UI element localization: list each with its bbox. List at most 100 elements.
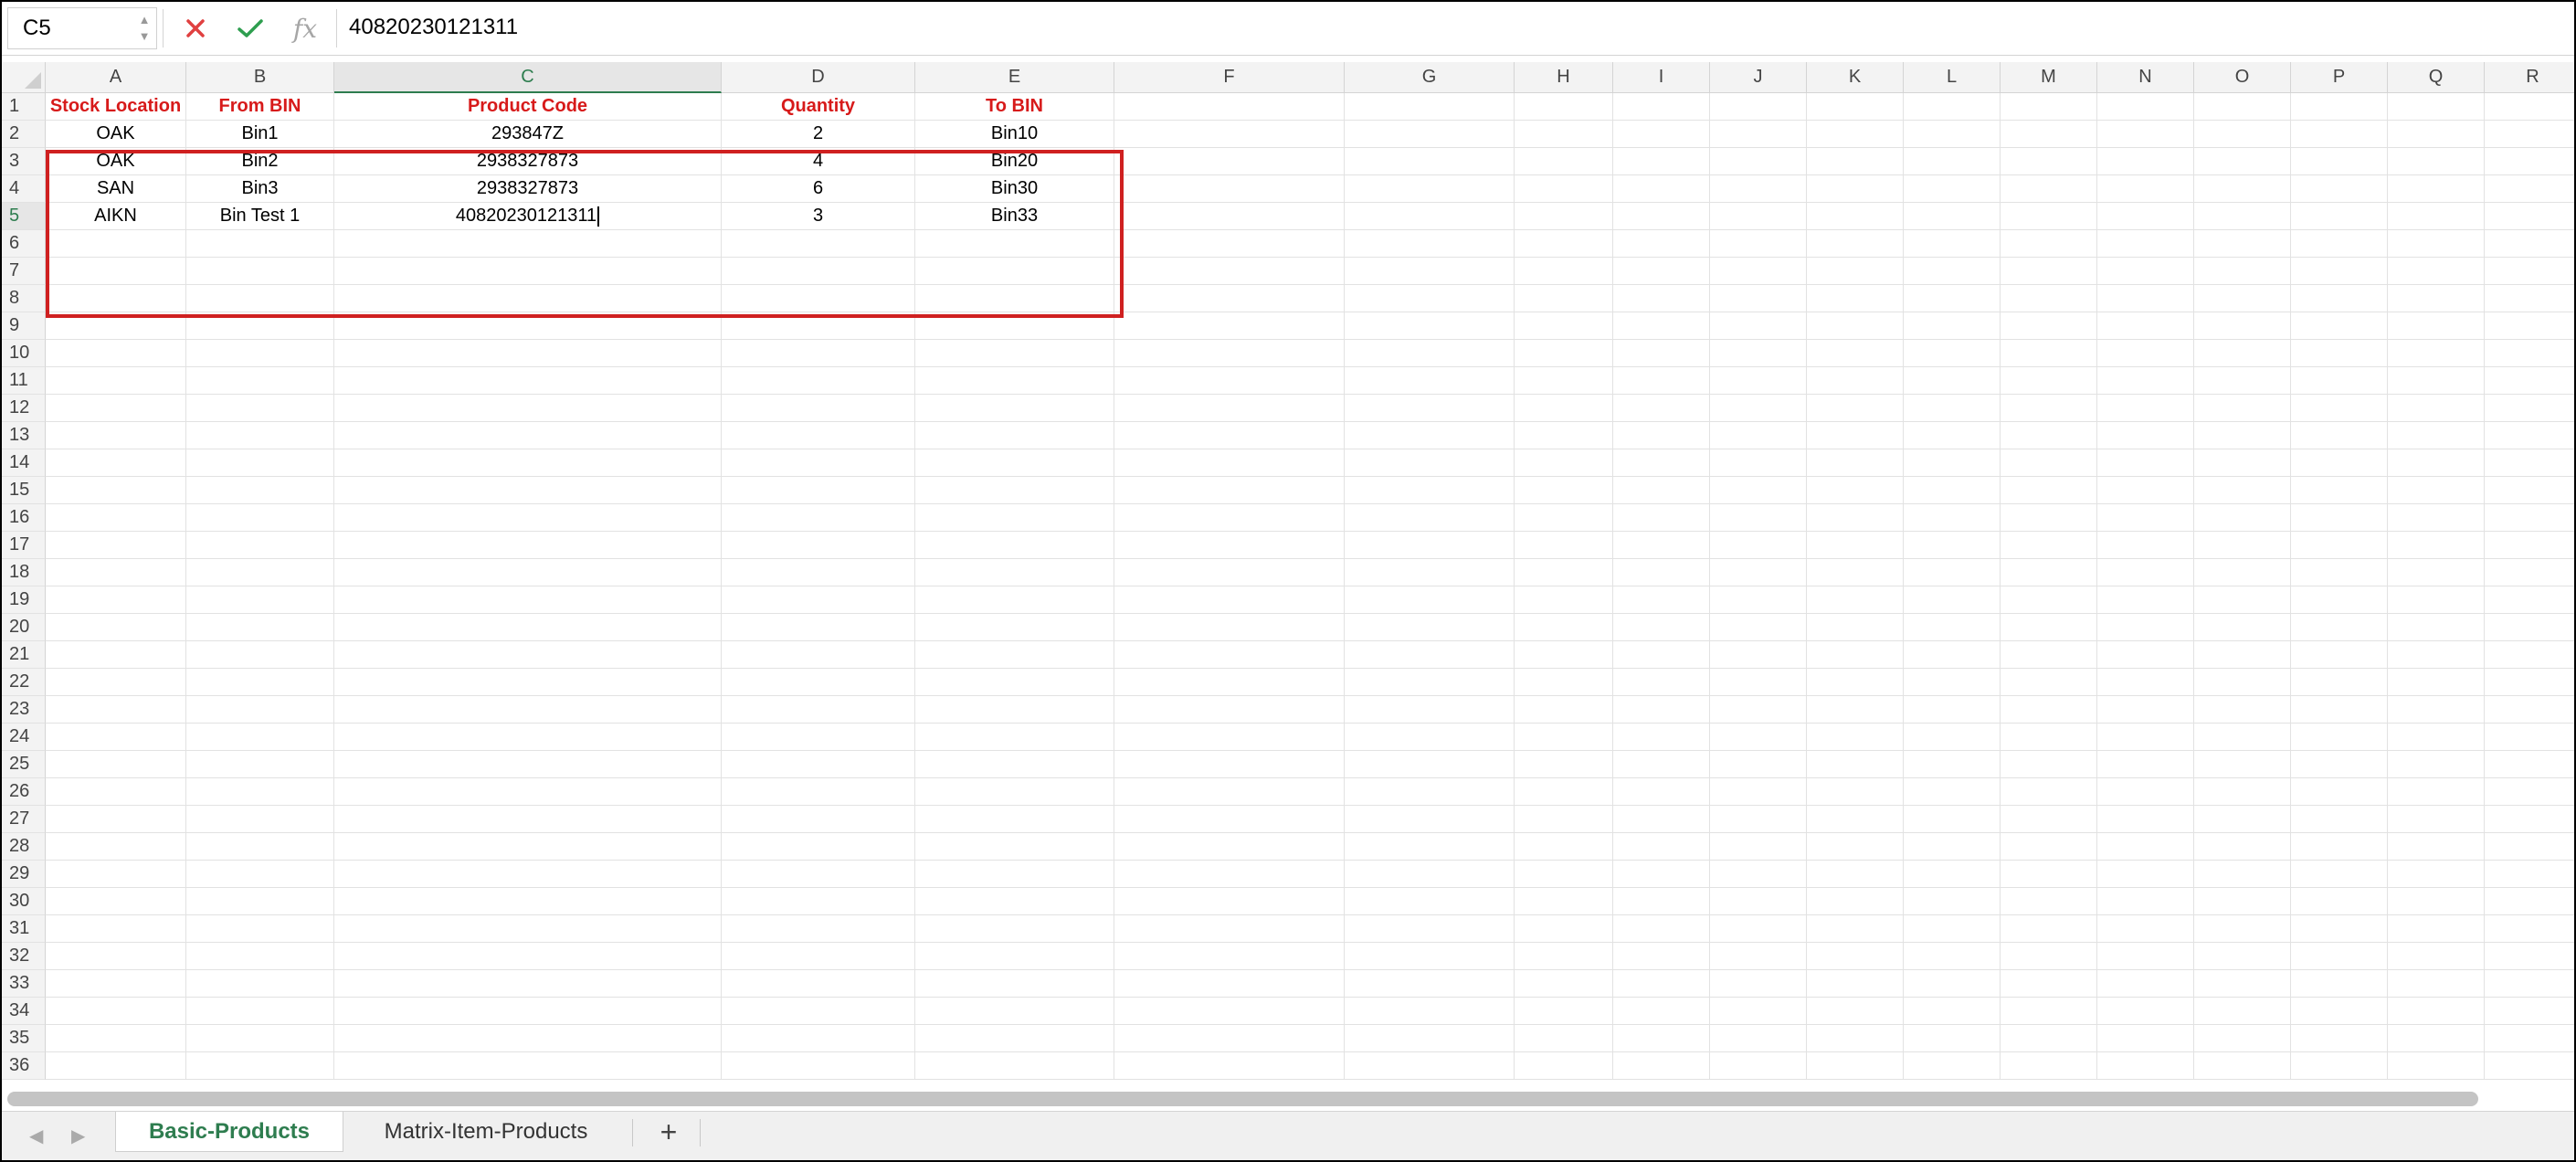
- cell[interactable]: [1515, 175, 1613, 203]
- cell[interactable]: [1807, 806, 1904, 833]
- cell[interactable]: [2097, 614, 2194, 641]
- cell[interactable]: [1710, 943, 1807, 970]
- row-header[interactable]: 24: [2, 724, 46, 751]
- data-cell[interactable]: OAK: [46, 148, 186, 175]
- cell[interactable]: [2485, 915, 2574, 943]
- cell[interactable]: [1710, 121, 1807, 148]
- cell[interactable]: [2001, 121, 2097, 148]
- cell[interactable]: [1613, 532, 1710, 559]
- row-header[interactable]: 31: [2, 915, 46, 943]
- column-header-r[interactable]: R: [2485, 62, 2574, 93]
- cell[interactable]: [1807, 148, 1904, 175]
- cell[interactable]: [1114, 258, 1345, 285]
- cell[interactable]: [1807, 586, 1904, 614]
- cell[interactable]: [2194, 641, 2291, 669]
- cell[interactable]: [2388, 833, 2485, 861]
- cell[interactable]: [1710, 833, 1807, 861]
- cell[interactable]: [46, 586, 186, 614]
- cell[interactable]: [186, 586, 334, 614]
- cell-reference[interactable]: C5: [23, 16, 51, 41]
- cell[interactable]: [2291, 998, 2388, 1025]
- cell[interactable]: [2194, 888, 2291, 915]
- cell[interactable]: [1114, 175, 1345, 203]
- cell[interactable]: [186, 861, 334, 888]
- cell[interactable]: [1904, 669, 2001, 696]
- data-cell[interactable]: SAN: [46, 175, 186, 203]
- cell[interactable]: [2388, 641, 2485, 669]
- cell[interactable]: [2485, 203, 2574, 230]
- cell[interactable]: [1710, 641, 1807, 669]
- cell[interactable]: [46, 367, 186, 395]
- data-cell[interactable]: 6: [722, 175, 915, 203]
- column-header-g[interactable]: G: [1345, 62, 1515, 93]
- column-header-d[interactable]: D: [722, 62, 915, 93]
- cell[interactable]: [2097, 477, 2194, 504]
- cell[interactable]: [2001, 998, 2097, 1025]
- column-header-l[interactable]: L: [1904, 62, 2001, 93]
- cell[interactable]: [1710, 586, 1807, 614]
- cell[interactable]: [1807, 504, 1904, 532]
- cell[interactable]: [2291, 724, 2388, 751]
- cell[interactable]: [1710, 806, 1807, 833]
- cell[interactable]: [2291, 504, 2388, 532]
- column-header-k[interactable]: K: [1807, 62, 1904, 93]
- cell[interactable]: [334, 1025, 722, 1052]
- cell[interactable]: [46, 669, 186, 696]
- cell[interactable]: [1114, 449, 1345, 477]
- cell[interactable]: [2194, 504, 2291, 532]
- cell[interactable]: [2388, 669, 2485, 696]
- cell[interactable]: [186, 943, 334, 970]
- cell[interactable]: [1807, 258, 1904, 285]
- cell[interactable]: [1904, 93, 2001, 121]
- cell[interactable]: [2001, 175, 2097, 203]
- row-header[interactable]: 23: [2, 696, 46, 724]
- cell[interactable]: [1613, 696, 1710, 724]
- cell[interactable]: [1345, 724, 1515, 751]
- cell[interactable]: [1515, 888, 1613, 915]
- cell[interactable]: [722, 888, 915, 915]
- cell[interactable]: [2388, 614, 2485, 641]
- cell[interactable]: [1904, 641, 2001, 669]
- cell[interactable]: [334, 312, 722, 340]
- cell[interactable]: [2097, 422, 2194, 449]
- column-header-i[interactable]: I: [1613, 62, 1710, 93]
- cell[interactable]: [2001, 203, 2097, 230]
- cell[interactable]: [2194, 395, 2291, 422]
- cell[interactable]: [722, 943, 915, 970]
- cell[interactable]: [1807, 943, 1904, 970]
- cell[interactable]: [2485, 586, 2574, 614]
- cell[interactable]: [2388, 778, 2485, 806]
- cell[interactable]: [334, 970, 722, 998]
- cell[interactable]: [1613, 669, 1710, 696]
- cell[interactable]: [46, 1052, 186, 1080]
- cell[interactable]: [1904, 888, 2001, 915]
- cell[interactable]: [2485, 230, 2574, 258]
- cell[interactable]: [1345, 395, 1515, 422]
- cell[interactable]: [1114, 943, 1345, 970]
- row-header[interactable]: 20: [2, 614, 46, 641]
- cell[interactable]: [1345, 669, 1515, 696]
- cell[interactable]: [334, 504, 722, 532]
- confirm-edit-button[interactable]: [232, 9, 269, 48]
- cell[interactable]: [1114, 833, 1345, 861]
- cell[interactable]: [2388, 422, 2485, 449]
- cell[interactable]: [2485, 696, 2574, 724]
- cell[interactable]: [1515, 93, 1613, 121]
- cell[interactable]: [1114, 121, 1345, 148]
- formula-input[interactable]: 40820230121311: [349, 15, 518, 40]
- cell[interactable]: [2097, 586, 2194, 614]
- cell[interactable]: [2097, 1025, 2194, 1052]
- cell[interactable]: [1613, 943, 1710, 970]
- cell[interactable]: [1515, 724, 1613, 751]
- cell[interactable]: [1613, 258, 1710, 285]
- cell[interactable]: [2485, 93, 2574, 121]
- cell[interactable]: [2097, 806, 2194, 833]
- cell[interactable]: [1904, 395, 2001, 422]
- cell[interactable]: [2291, 586, 2388, 614]
- cell[interactable]: [2291, 943, 2388, 970]
- cell[interactable]: [1807, 1052, 1904, 1080]
- cell[interactable]: [1904, 970, 2001, 998]
- cell[interactable]: [2001, 888, 2097, 915]
- cell[interactable]: [1904, 751, 2001, 778]
- cell[interactable]: [722, 641, 915, 669]
